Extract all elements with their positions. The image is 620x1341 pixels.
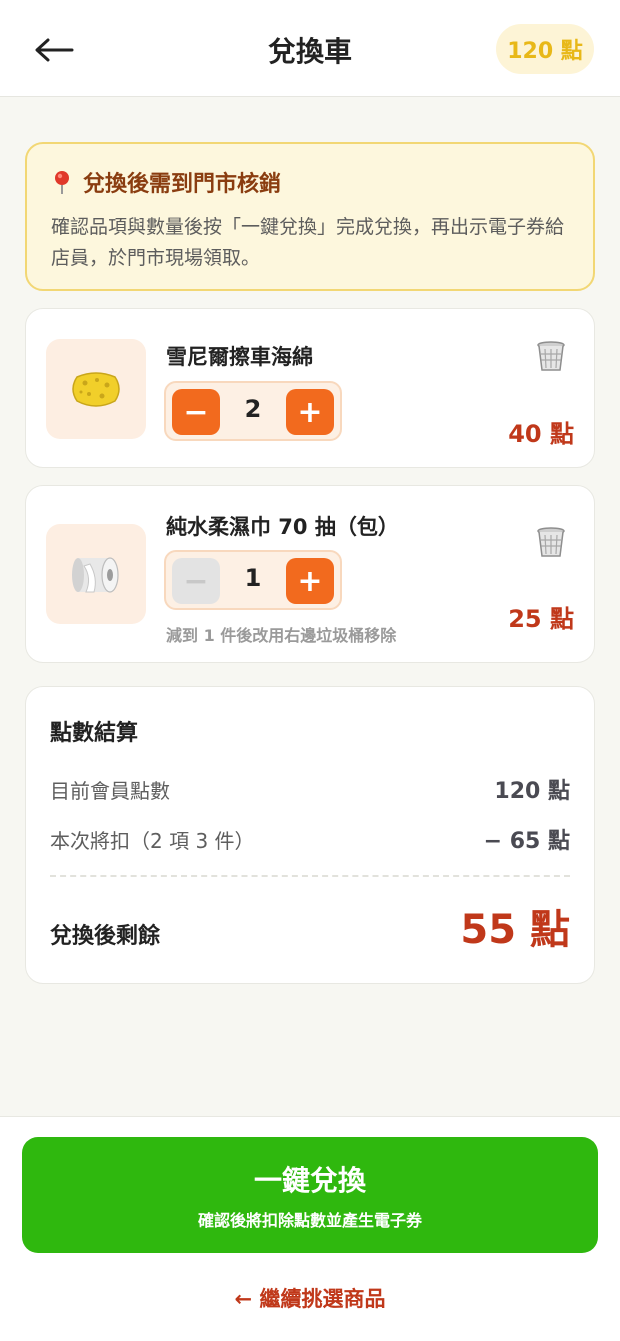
cart-item: 純水柔濕巾 70 抽（包） − 1 + 25 點 減到 1 件後改用右邊垃圾桶移… — [25, 485, 595, 663]
app-header: 兌換車 120 點 — [0, 0, 620, 97]
one-click-redeem-button[interactable]: 一鍵兌換 確認後將扣除點數並產生電子券 — [22, 1137, 598, 1253]
summary-title: 點數結算 — [50, 721, 139, 746]
quantity-value: 1 — [244, 564, 262, 592]
quantity-value: 2 — [244, 395, 262, 423]
item-thumbnail — [46, 339, 146, 439]
item-thumbnail — [46, 524, 146, 624]
increase-button[interactable]: + — [286, 558, 334, 604]
decrease-button[interactable]: − — [172, 389, 220, 435]
quantity-stepper: − 2 + — [164, 381, 342, 441]
decrease-button[interactable]: − — [172, 558, 220, 604]
redeem-button-label: 一鍵兌換 — [253, 1164, 366, 1197]
deduct-row: 本次將扣（2 項 3 件） − 65 點 — [50, 823, 570, 855]
notice-title-row: 兌換後需到門市核銷 — [51, 166, 569, 198]
item-points: 40 點 — [508, 420, 574, 448]
remove-hint: 減到 1 件後改用右邊垃圾桶移除 — [166, 626, 397, 645]
sponge-icon — [72, 372, 120, 407]
remain-label: 兌換後剩餘 — [50, 924, 161, 949]
bottom-action-bar: 一鍵兌換 確認後將扣除點數並產生電子券 ← 繼續挑選商品 — [0, 1116, 620, 1341]
quantity-stepper: − 1 + — [164, 550, 342, 610]
item-name: 雪尼爾擦車海綿 — [166, 345, 313, 369]
pickup-notice: 兌換後需到門市核銷 確認品項與數量後按「一鍵兌換」完成兌換，再出示電子券給店員，… — [25, 142, 595, 291]
balance-label: 目前會員點數 — [50, 779, 170, 803]
map-pin-icon — [55, 171, 69, 194]
tissue-roll-icon — [72, 557, 119, 593]
redeem-button-sublabel: 確認後將扣除點數並產生電子券 — [197, 1211, 422, 1230]
points-summary: 點數結算 目前會員點數 120 點 本次將扣（2 項 3 件） − 65 點 兌… — [25, 686, 595, 984]
balance-row: 目前會員點數 120 點 — [50, 773, 570, 805]
item-points: 25 點 — [508, 605, 574, 633]
points-badge: 120 點 — [496, 24, 594, 74]
item-name: 純水柔濕巾 70 抽（包） — [166, 515, 399, 539]
notice-body: 確認品項與數量後按「一鍵兌換」完成兌換，再出示電子券給店員，於門市現場領取。 — [51, 216, 565, 269]
remove-item-button[interactable] — [534, 339, 568, 373]
deduct-label: 本次將扣（2 項 3 件） — [50, 829, 255, 853]
deduct-value: − 65 點 — [483, 829, 570, 854]
balance-value: 120 點 — [494, 779, 570, 804]
summary-divider — [50, 875, 570, 877]
remove-item-button[interactable] — [534, 525, 568, 559]
continue-shopping-link[interactable]: ← 繼續挑選商品 — [0, 1283, 620, 1313]
cart-item: 雪尼爾擦車海綿 − 2 + 40 點 — [25, 308, 595, 468]
notice-title: 兌換後需到門市核銷 — [83, 172, 282, 197]
remain-row: 兌換後剩餘 55 點 — [50, 897, 570, 955]
trash-icon — [537, 341, 565, 371]
remain-value: 55 點 — [460, 907, 570, 953]
increase-button[interactable]: + — [286, 389, 334, 435]
trash-icon — [537, 527, 565, 557]
